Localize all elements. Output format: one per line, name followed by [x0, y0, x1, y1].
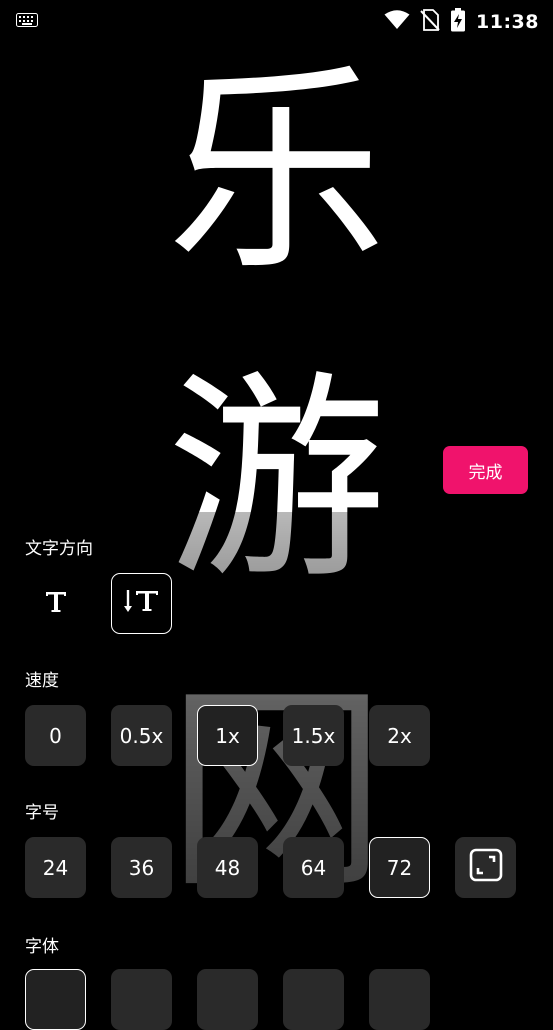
text-horizontal-icon: [43, 588, 69, 619]
done-button[interactable]: 完成: [443, 446, 528, 494]
font-option-2[interactable]: [111, 969, 172, 1030]
font-size-option-72[interactable]: 72: [369, 837, 430, 898]
speed-option-1x[interactable]: 1x: [197, 705, 258, 766]
wifi-icon: [384, 10, 410, 34]
status-time: 11:38: [476, 11, 539, 33]
font-option-3[interactable]: [197, 969, 258, 1030]
vertical-text-button[interactable]: [111, 573, 172, 634]
font-size-option-24[interactable]: 24: [25, 837, 86, 898]
font-label: 字体: [25, 937, 59, 957]
keyboard-icon: [16, 12, 38, 31]
no-sim-icon: [420, 9, 440, 35]
font-option-1[interactable]: [25, 969, 86, 1030]
speed-option-0[interactable]: 0: [25, 705, 86, 766]
preview-char-1: 乐: [166, 44, 387, 300]
font-size-option-36[interactable]: 36: [111, 837, 172, 898]
speed-option-2x[interactable]: 2x: [369, 705, 430, 766]
fit-screen-icon: [469, 848, 503, 887]
text-vertical-icon: [123, 587, 161, 620]
status-bar: 11:38: [0, 0, 553, 38]
font-option-5[interactable]: [369, 969, 430, 1030]
font-size-option-64[interactable]: 64: [283, 837, 344, 898]
speed-option-1-5x[interactable]: 1.5x: [283, 705, 344, 766]
font-option-4[interactable]: [283, 969, 344, 1030]
speed-option-0-5x[interactable]: 0.5x: [111, 705, 172, 766]
horizontal-text-button[interactable]: [25, 573, 86, 634]
speed-label: 速度: [25, 671, 59, 691]
battery-charging-icon: [450, 8, 466, 36]
font-size-option-48[interactable]: 48: [197, 837, 258, 898]
direction-label: 文字方向: [25, 539, 93, 559]
fit-screen-button[interactable]: [455, 837, 516, 898]
font-size-label: 字号: [25, 803, 59, 823]
